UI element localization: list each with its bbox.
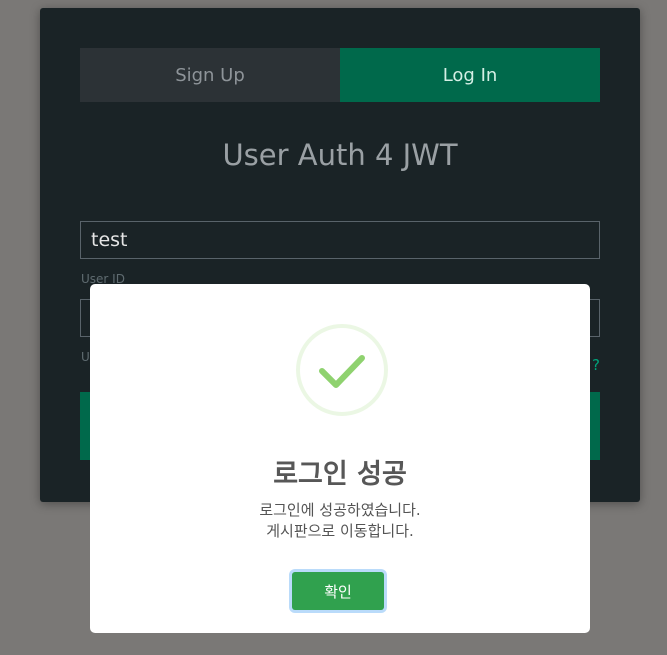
modal-backdrop: 로그인 성공 로그인에 성공하였습니다. 게시판으로 이동합니다. 확인	[0, 0, 667, 655]
check-icon	[296, 324, 388, 416]
modal-message: 로그인에 성공하였습니다. 게시판으로 이동합니다.	[90, 500, 590, 542]
success-modal: 로그인 성공 로그인에 성공하였습니다. 게시판으로 이동합니다. 확인	[90, 284, 590, 633]
modal-message-line: 로그인에 성공하였습니다.	[259, 501, 421, 519]
modal-title: 로그인 성공	[273, 459, 407, 490]
confirm-button[interactable]: 확인	[292, 572, 384, 610]
modal-message-line: 게시판으로 이동합니다.	[266, 522, 414, 540]
